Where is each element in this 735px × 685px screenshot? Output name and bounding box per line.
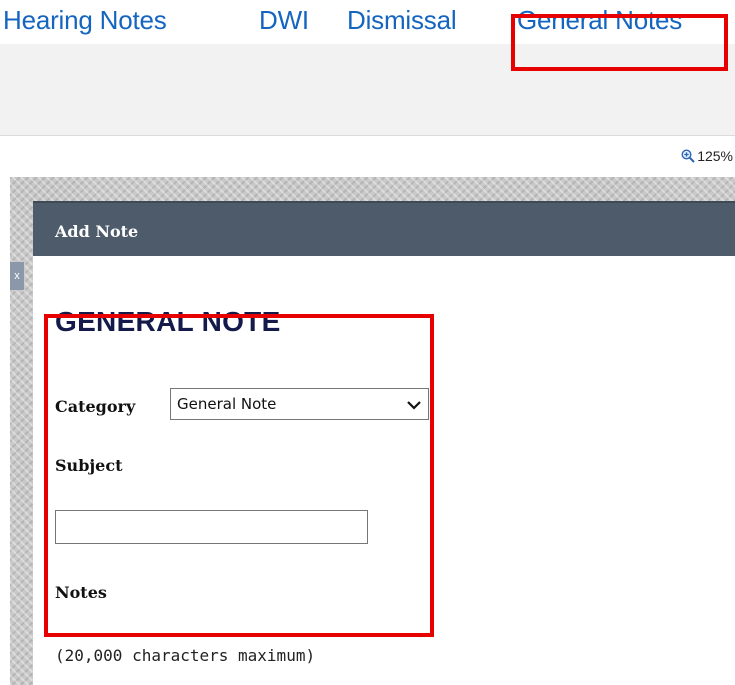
add-note-dialog: Add Note GENERAL NOTE Category General N… <box>33 201 735 685</box>
page-edge <box>0 177 10 685</box>
zoom-bar: 125% <box>0 137 735 177</box>
subject-input[interactable] <box>55 510 368 544</box>
zoom-in-icon <box>681 149 695 163</box>
backdrop-close-icon[interactable]: x <box>10 262 24 290</box>
tab-general-notes[interactable]: General Notes <box>517 5 682 36</box>
tab-dismissal[interactable]: Dismissal <box>347 5 457 36</box>
zoom-level: 125% <box>697 148 733 164</box>
tab-hearing-notes[interactable]: Hearing Notes <box>3 5 167 36</box>
category-selected-value: General Note <box>177 395 277 413</box>
dialog-title: Add Note <box>55 222 139 241</box>
category-select[interactable]: General Note <box>170 388 429 420</box>
zoom-control[interactable]: 125% <box>681 148 733 164</box>
notes-character-limit: (20,000 characters maximum) <box>55 646 316 665</box>
toolbar-area <box>0 44 735 136</box>
top-tab-bar: Hearing Notes DWI Dismissal General Note… <box>0 0 735 44</box>
notes-label: Notes <box>55 583 107 602</box>
tab-dwi[interactable]: DWI <box>259 5 309 36</box>
dialog-header: Add Note <box>33 201 735 256</box>
note-type-heading: GENERAL NOTE <box>55 306 281 337</box>
chevron-down-icon <box>407 401 421 410</box>
category-label: Category <box>55 397 136 416</box>
subject-label: Subject <box>55 456 123 475</box>
